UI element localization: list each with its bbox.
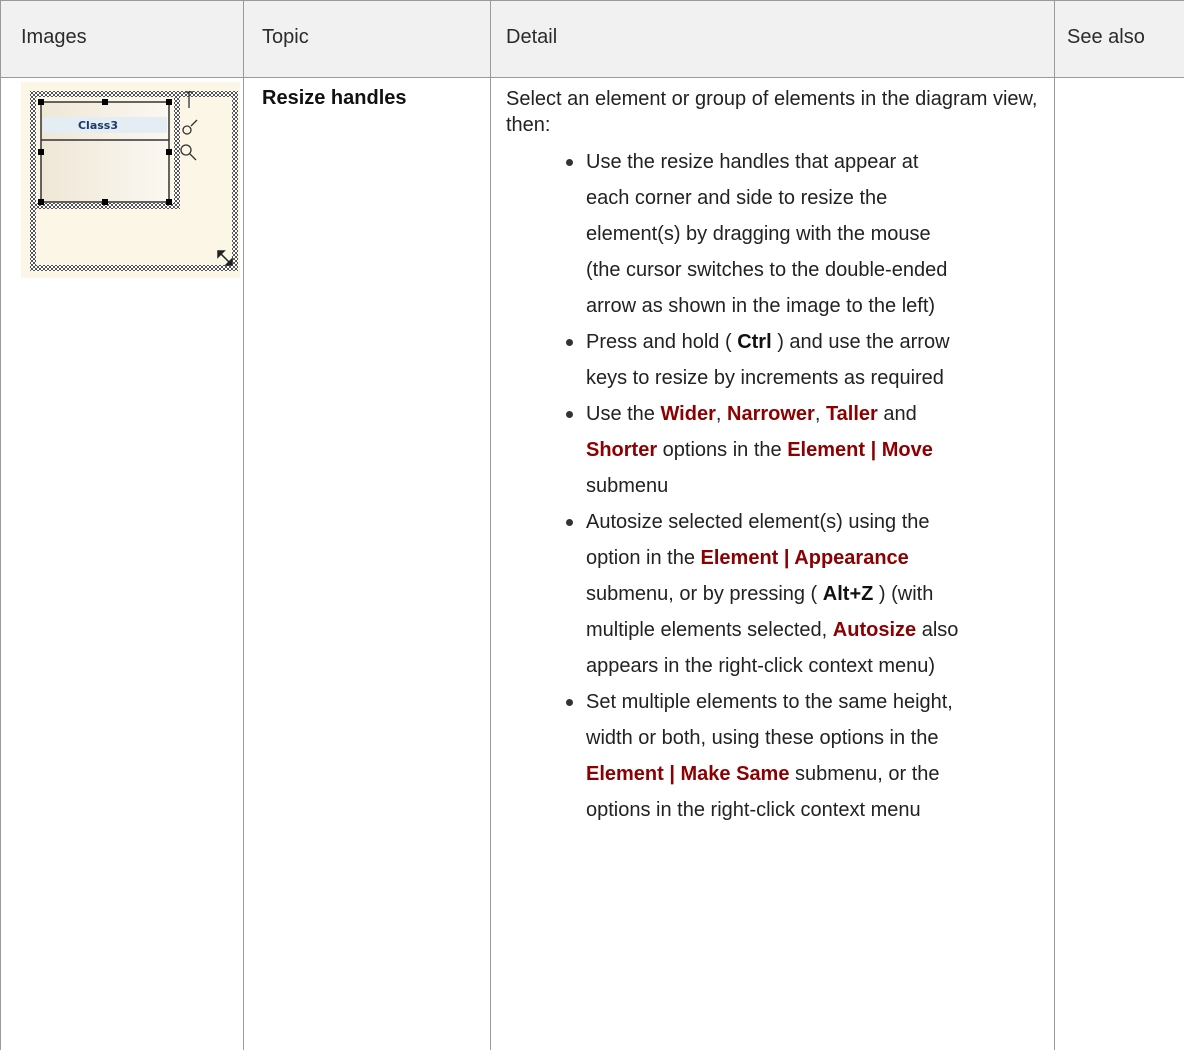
list-item: Use the resize handles that appear at ea…	[566, 144, 1051, 324]
column-border	[243, 0, 244, 1050]
detail-cell: Select an element or group of elements i…	[506, 86, 1051, 828]
bullet-dot-icon	[566, 699, 573, 706]
detail-bullet-list: Use the resize handles that appear at ea…	[506, 144, 1051, 828]
bullet-dot-icon	[566, 159, 573, 166]
resize-handles-image: Class3	[21, 82, 240, 278]
ui-reference: Shorter	[586, 439, 658, 461]
column-border	[490, 0, 491, 1050]
header-detail: Detail	[506, 26, 558, 48]
list-item: Set multiple elements to the same height…	[566, 684, 1051, 828]
menu-path: Element | Appearance	[700, 547, 909, 569]
menu-path: Element | Move	[787, 439, 933, 461]
bullet-dot-icon	[566, 519, 573, 526]
keyboard-shortcut: Alt+Z	[822, 583, 874, 605]
menu-path: Element | Make Same	[586, 763, 790, 785]
keyboard-shortcut: Ctrl	[737, 331, 772, 353]
table-header-row	[0, 0, 1184, 77]
header-images: Images	[21, 26, 87, 48]
bullet-dot-icon	[566, 339, 573, 346]
class-name-label: Class3	[78, 119, 118, 132]
ui-reference: Narrower	[727, 403, 815, 425]
ui-reference: Taller	[825, 403, 878, 425]
column-border	[0, 0, 1, 1050]
header-topic: Topic	[262, 26, 309, 48]
list-item: Press and hold ( Ctrl ) and use the arro…	[566, 324, 1051, 396]
topic-title: Resize handles	[262, 87, 407, 109]
column-border	[1054, 0, 1055, 1050]
detail-intro: Select an element or group of elements i…	[506, 88, 1038, 136]
list-item: Use the Wider, Narrower, Taller and Shor…	[566, 396, 1051, 504]
header-bottom-border	[0, 77, 1184, 78]
ui-reference: Autosize	[832, 619, 917, 641]
table-top-border	[0, 0, 1184, 1]
ui-reference: Wider	[660, 403, 716, 425]
header-see-also: See also	[1067, 26, 1145, 48]
list-item: Autosize selected element(s) using the o…	[566, 504, 1051, 684]
help-table: Images Topic Detail See also Class3 Resi…	[0, 0, 1184, 1050]
bullet-dot-icon	[566, 411, 573, 418]
